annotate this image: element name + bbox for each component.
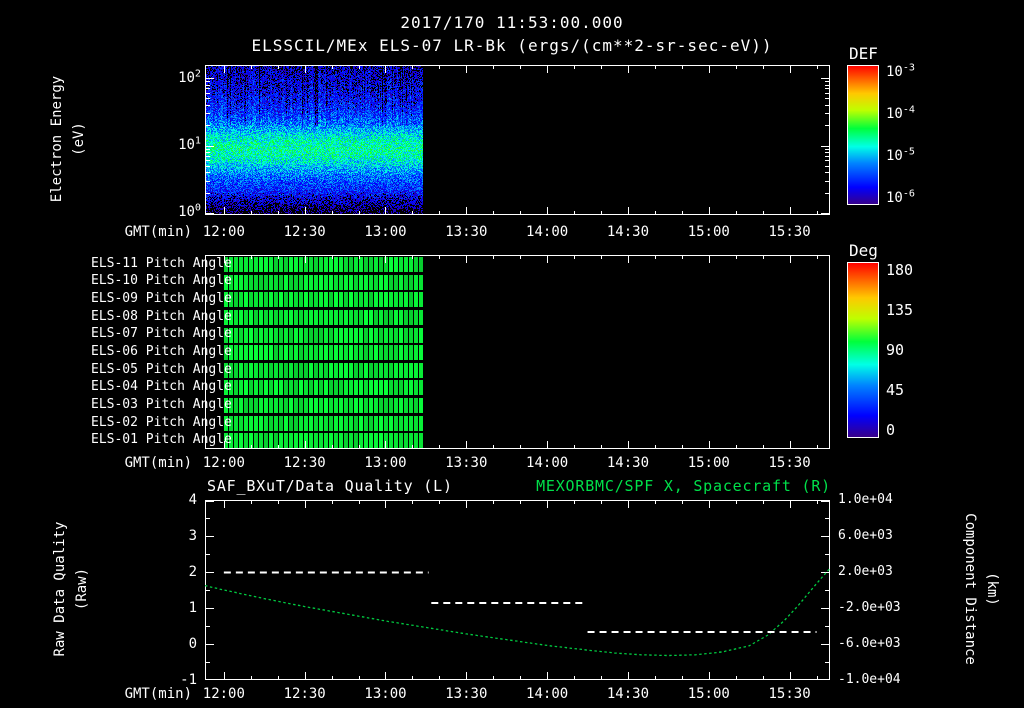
pitch-angle-canvas [205,255,830,449]
quality-tick-3: 1 [87,600,197,616]
pitch-row-label-3: ELS-08 Pitch Angle [91,309,201,325]
spdf-plot-window: 2017/170 11:53:00.000 ELSSCIL/MEx ELS-07… [0,0,1024,708]
deg-cbar-tick-0: 180 [886,262,913,278]
x-tick-line-7: 15:30 [730,686,850,702]
quality-series-title: SAF_BXuT/Data Quality (L) [207,477,453,495]
quality-y-axis-title: Raw Data Quality [52,479,68,699]
distance-tick-2: 2.0e+03 [838,564,893,580]
distance-tick-4: -6.0e+03 [838,636,901,652]
quality-tick-4: 0 [87,636,197,652]
distance-tick-3: -2.0e+03 [838,600,901,616]
energy-tick-1: 101 [91,137,201,153]
deg-cbar-tick-1: 135 [886,302,913,318]
distance-y-axis-units: (km) [984,479,1000,699]
energy-tick-0: 102 [91,70,201,86]
quality-tick-0: 4 [87,492,197,508]
pitch-row-label-6: ELS-05 Pitch Angle [91,362,201,378]
deg-cbar-tick-2: 90 [886,342,904,358]
deg-colorbar [847,262,879,438]
deg-colorbar-title: Deg [849,241,878,260]
pitch-row-label-0: ELS-11 Pitch Angle [91,256,201,272]
deg-cbar-tick-3: 45 [886,382,904,398]
electron-energy-spectrogram-canvas [205,65,830,215]
def-colorbar [847,65,879,205]
pitch-row-label-2: ELS-09 Pitch Angle [91,291,201,307]
def-colorbar-title: DEF [849,44,878,63]
quality-y-axis-units: (Raw) [74,479,90,699]
def-cbar-tick-0: 10-3 [886,64,915,80]
quality-tick-5: -1 [87,672,197,688]
distance-tick-1: 6.0e+03 [838,528,893,544]
pitch-row-label-9: ELS-02 Pitch Angle [91,415,201,431]
quality-tick-2: 2 [87,564,197,580]
quality-distance-canvas [205,500,830,680]
pitch-row-label-10: ELS-01 Pitch Angle [91,432,201,448]
distance-tick-5: -1.0e+04 [838,672,901,688]
distance-tick-0: 1.0e+04 [838,492,893,508]
def-cbar-tick-2: 10-5 [886,148,915,164]
def-cbar-tick-1: 10-4 [886,106,915,122]
energy-tick-2: 100 [91,204,201,220]
deg-cbar-tick-4: 0 [886,422,895,438]
plot-datetime: 2017/170 11:53:00.000 [0,13,1024,32]
distance-y-axis-title: Component Distance [962,479,978,699]
pitch-row-label-1: ELS-10 Pitch Angle [91,273,201,289]
pitch-row-label-7: ELS-04 Pitch Angle [91,379,201,395]
spec-y-axis-title: Electron Energy [49,29,65,249]
pitch-row-label-5: ELS-06 Pitch Angle [91,344,201,360]
pitch-row-label-4: ELS-07 Pitch Angle [91,326,201,342]
spacecraft-series-title: MEXORBMC/SPF X, Spacecraft (R) [430,477,831,495]
def-cbar-tick-3: 10-6 [886,190,915,206]
spec-y-axis-units: (eV) [71,29,87,249]
pitch-row-label-8: ELS-03 Pitch Angle [91,397,201,413]
x-tick-spec-7: 15:30 [730,224,850,240]
x-tick-pitch-7: 15:30 [730,455,850,471]
quality-tick-1: 3 [87,528,197,544]
